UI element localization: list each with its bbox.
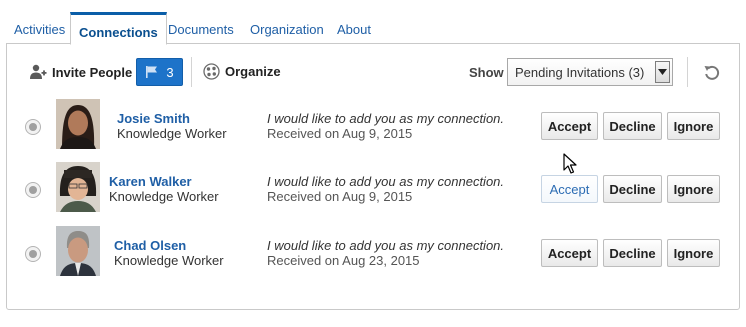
add-person-icon: [30, 64, 47, 79]
invitation-row: Karen Walker Knowledge Worker I would li…: [7, 159, 739, 221]
received-date: Received on Aug 9, 2015: [267, 189, 413, 204]
ignore-button[interactable]: Ignore: [667, 175, 720, 203]
received-date: Received on Aug 9, 2015: [267, 126, 413, 141]
row-select-radio[interactable]: [25, 246, 41, 262]
organize-button[interactable]: Organize: [203, 63, 281, 80]
decline-button[interactable]: Decline: [603, 239, 662, 267]
tab-about[interactable]: About: [337, 22, 371, 37]
show-filter-select[interactable]: Pending Invitations (3): [507, 58, 673, 86]
contact-name[interactable]: Chad Olsen: [114, 238, 186, 253]
ignore-button[interactable]: Ignore: [667, 239, 720, 267]
organize-label: Organize: [225, 64, 281, 79]
invitation-message: I would like to add you as my connection…: [267, 238, 505, 253]
invitation-message: I would like to add you as my connection…: [267, 111, 505, 126]
avatar: [56, 226, 100, 276]
tab-activities[interactable]: Activities: [14, 22, 65, 37]
avatar: [56, 99, 100, 149]
accept-button[interactable]: Accept: [541, 175, 598, 203]
contact-role: Knowledge Worker: [109, 189, 219, 204]
contact-name[interactable]: Karen Walker: [109, 174, 192, 189]
accept-button[interactable]: Accept: [541, 239, 598, 267]
invitation-row: Chad Olsen Knowledge Worker I would like…: [7, 223, 739, 285]
pending-count: 3: [166, 64, 174, 80]
invite-people-label: Invite People: [52, 64, 133, 80]
invitation-row: Josie Smith Knowledge Worker I would lik…: [7, 96, 739, 158]
row-select-radio[interactable]: [25, 119, 41, 135]
contact-role: Knowledge Worker: [114, 253, 224, 268]
avatar: [56, 162, 100, 212]
invitation-message: I would like to add you as my connection…: [267, 174, 505, 189]
chevron-down-icon[interactable]: [655, 61, 670, 83]
pending-invitations-button[interactable]: 3: [136, 58, 183, 86]
invite-people-button[interactable]: Invite People: [29, 63, 132, 81]
received-date: Received on Aug 23, 2015: [267, 253, 420, 268]
row-select-radio[interactable]: [25, 182, 41, 198]
flag-icon: [146, 66, 158, 78]
tab-documents[interactable]: Documents: [168, 22, 234, 37]
decline-button[interactable]: Decline: [603, 112, 662, 140]
tab-bar: Activities Connections Documents Organiz…: [0, 0, 746, 45]
contact-role: Knowledge Worker: [117, 126, 227, 141]
toolbar-divider: [191, 57, 192, 87]
decline-button[interactable]: Decline: [603, 175, 662, 203]
ignore-button[interactable]: Ignore: [667, 112, 720, 140]
show-filter-value: Pending Invitations (3): [515, 65, 645, 80]
connections-panel: Invite People 3 Organize Show Pending In…: [6, 43, 740, 310]
refresh-icon[interactable]: [702, 63, 722, 83]
toolbar-divider: [687, 57, 688, 87]
tab-connections[interactable]: Connections: [70, 12, 167, 45]
mouse-pointer-icon: [563, 153, 577, 174]
organize-icon: [203, 63, 220, 80]
contact-name[interactable]: Josie Smith: [117, 111, 190, 126]
accept-button[interactable]: Accept: [541, 112, 598, 140]
tab-organization[interactable]: Organization: [250, 22, 324, 37]
show-label: Show: [469, 65, 504, 80]
